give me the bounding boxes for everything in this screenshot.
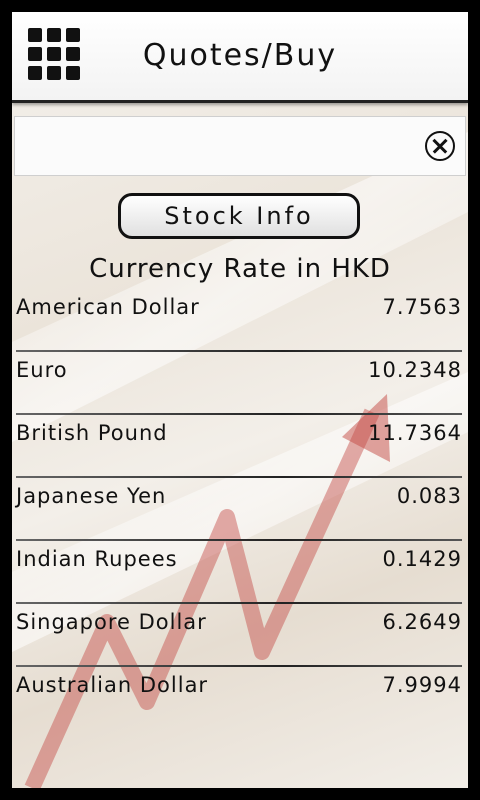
currency-name: Singapore Dollar [16,610,207,634]
list-item: Singapore Dollar 6.2649 [16,607,462,670]
app-frame: Quotes/Buy Stock Info Currency Rate in H… [12,12,468,788]
currency-rate: 11.7364 [368,421,462,445]
currency-name: Japanese Yen [16,484,167,508]
currency-rate-title: Currency Rate in HKD [89,254,391,284]
currency-rate: 0.083 [396,484,462,508]
list-item: American Dollar 7.7563 [16,292,462,355]
currency-name: American Dollar [16,295,200,319]
currency-rate: 10.2348 [368,358,462,382]
currency-rate: 0.1429 [382,547,462,571]
clear-icon[interactable] [425,131,455,161]
row-divider [16,413,462,415]
list-item: Australian Dollar 7.9994 [16,670,462,733]
row-divider [16,476,462,478]
currency-name: Indian Rupees [16,547,178,571]
row-divider [16,665,462,667]
search-input[interactable] [14,116,466,176]
stock-info-button[interactable]: Stock Info [118,193,360,239]
row-divider [16,539,462,541]
currency-name: Euro [16,358,68,382]
list-item: British Pound 11.7364 [16,418,462,481]
row-divider [16,350,462,352]
app-header: Quotes/Buy [12,12,468,103]
currency-rate: 7.9994 [382,673,462,697]
list-item: Japanese Yen 0.083 [16,481,462,544]
currency-rate: 7.7563 [382,295,462,319]
row-divider [16,602,462,604]
list-item: Indian Rupees 0.1429 [16,544,462,607]
currency-rate-list: American Dollar 7.7563 Euro 10.2348 Brit… [16,292,462,733]
list-item: Euro 10.2348 [16,355,462,418]
page-title: Quotes/Buy [142,38,338,73]
currency-name: British Pound [16,421,168,445]
currency-name: Australian Dollar [16,673,209,697]
currency-rate: 6.2649 [382,610,462,634]
